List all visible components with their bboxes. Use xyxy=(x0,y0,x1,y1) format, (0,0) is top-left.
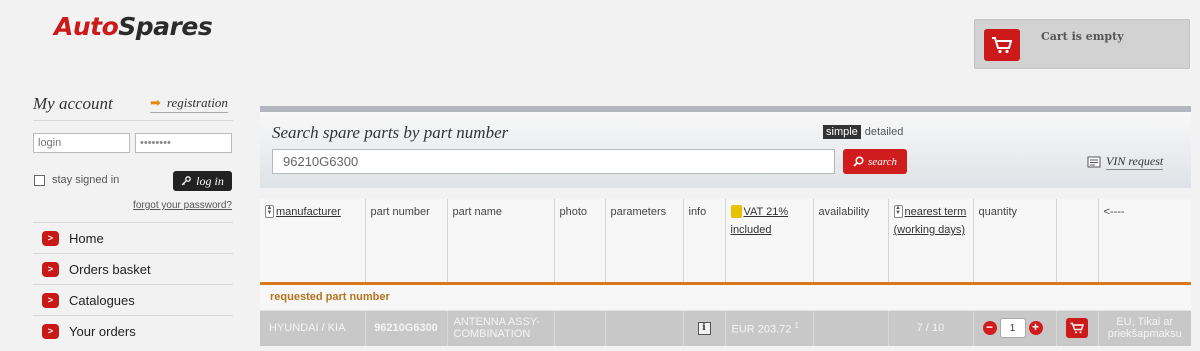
header-nearest-term[interactable]: ▲ ▼ nearest term (working days) xyxy=(887,199,973,283)
header-working-days: (working days) xyxy=(893,224,966,236)
cart-icon xyxy=(992,37,1013,54)
mode-detailed[interactable]: detailed xyxy=(865,125,904,139)
vin-card-icon xyxy=(1087,156,1101,168)
header-vat[interactable]: VAT 21% included xyxy=(724,199,813,283)
password-input[interactable] xyxy=(135,133,232,153)
search-title: Search spare parts by part number xyxy=(272,123,509,142)
header-part-number: part number xyxy=(364,199,447,283)
sidebar-item-label: Orders basket xyxy=(69,261,151,277)
sidebar-item-label: Catalogues xyxy=(69,292,135,308)
cell-part-number[interactable]: 96210G6300 xyxy=(364,310,447,346)
search-input[interactable] xyxy=(272,149,835,174)
sidebar-item-label: Your orders xyxy=(69,323,136,339)
cart-icon xyxy=(1070,323,1084,334)
cell-manufacturer: HYUNDAI / KIA xyxy=(260,310,365,346)
login-button[interactable]: log in xyxy=(173,171,232,191)
header-parameters: parameters xyxy=(604,199,683,283)
forgot-password-link[interactable]: forgot your password? xyxy=(133,200,232,211)
cell-quantity: − + xyxy=(972,310,1056,346)
search-panel: Search spare parts by part number simple… xyxy=(260,106,1191,188)
table-row: HYUNDAI / KIA 96210G6300 ANTENNA ASSY-CO… xyxy=(260,310,1191,346)
sidebar-item-orders-basket[interactable]: > Orders basket xyxy=(33,253,233,284)
results-table: ▲ ▼ manufacturer part number part name pho… xyxy=(260,199,1191,346)
header-photo: photo xyxy=(553,199,605,283)
stay-signed-in-checkbox[interactable] xyxy=(34,174,45,186)
cart-button[interactable] xyxy=(984,29,1020,61)
cart-status: Cart is empty xyxy=(1041,30,1124,43)
mode-simple[interactable]: simple xyxy=(823,125,861,139)
login-button-label: log in xyxy=(196,173,224,188)
header-availability: availability xyxy=(812,199,888,283)
header-part-name: part name xyxy=(446,199,554,283)
chevron-right-icon: > xyxy=(42,292,59,308)
cell-info: i xyxy=(682,310,725,346)
cell-availability-note: EU, Tikai ar priekšapmaksu xyxy=(1097,310,1191,346)
divider xyxy=(33,120,233,121)
stay-signed-in-label: stay signed in xyxy=(52,174,120,186)
cell-price: EUR 203.72 1 xyxy=(724,310,813,346)
sort-icon[interactable] xyxy=(730,205,742,218)
sort-icon[interactable]: ▲ ▼ xyxy=(893,205,903,218)
chevron-right-icon: > xyxy=(42,261,59,277)
sidebar-item-home[interactable]: > Home xyxy=(33,222,233,253)
sidebar-item-catalogues[interactable]: > Catalogues xyxy=(33,284,233,315)
cell-part-name: ANTENNA ASSY-COMBINATION xyxy=(446,310,554,346)
registration-label: registration xyxy=(166,95,228,110)
cell-photo xyxy=(553,310,605,346)
registration-link[interactable]: ➡ registration xyxy=(150,95,228,113)
vin-request-label: VIN request xyxy=(1106,154,1164,170)
search-icon xyxy=(853,156,864,167)
chevron-right-icon: > xyxy=(42,323,59,339)
cell-term: 7 / 10 xyxy=(887,310,973,346)
price-value: EUR 203.72 xyxy=(731,323,792,336)
price-note: 1 xyxy=(794,320,799,330)
chevron-right-icon: > xyxy=(42,230,59,246)
header-back[interactable]: <---- xyxy=(1097,199,1191,283)
vin-request-link[interactable]: VIN request xyxy=(1087,154,1164,170)
cart-panel: Cart is empty xyxy=(974,19,1190,69)
minus-icon[interactable]: − xyxy=(982,321,997,336)
plus-icon[interactable]: + xyxy=(1028,321,1043,336)
logo-part-spares: Spares xyxy=(118,12,213,41)
search-button-label: search xyxy=(868,155,897,168)
arrow-right-icon: ➡ xyxy=(150,95,161,110)
add-to-cart-button[interactable] xyxy=(1066,318,1088,339)
sidebar-item-label: Home xyxy=(69,230,104,246)
header-cart xyxy=(1055,199,1098,283)
section-row: requested part number xyxy=(260,283,1191,311)
login-input[interactable] xyxy=(33,133,130,153)
header-quantity: quantity xyxy=(972,199,1056,283)
logo-part-auto: Auto xyxy=(54,12,119,41)
sidebar-item-your-orders[interactable]: > Your orders xyxy=(33,315,233,346)
cell-add-to-cart xyxy=(1055,310,1098,346)
search-button[interactable]: search xyxy=(843,149,907,174)
quantity-input[interactable] xyxy=(999,318,1026,339)
sort-icon[interactable]: ▲ ▼ xyxy=(265,205,274,218)
header-manufacturer[interactable]: ▲ ▼ manufacturer xyxy=(260,199,365,283)
stay-signed-in[interactable]: stay signed in xyxy=(34,174,119,186)
cell-parameters xyxy=(604,310,683,346)
key-icon xyxy=(181,176,192,186)
cell-availability xyxy=(812,310,888,346)
header-info: info xyxy=(682,199,725,283)
logo[interactable]: AutoSpares xyxy=(54,12,213,41)
search-mode-toggle: simple detailed xyxy=(823,125,903,139)
sidebar-menu: > Home > Orders basket > Catalogues > Yo… xyxy=(33,222,233,346)
my-account-title: My account xyxy=(33,94,113,113)
info-icon[interactable]: i xyxy=(697,321,711,335)
section-label: requested part number xyxy=(260,283,1191,311)
